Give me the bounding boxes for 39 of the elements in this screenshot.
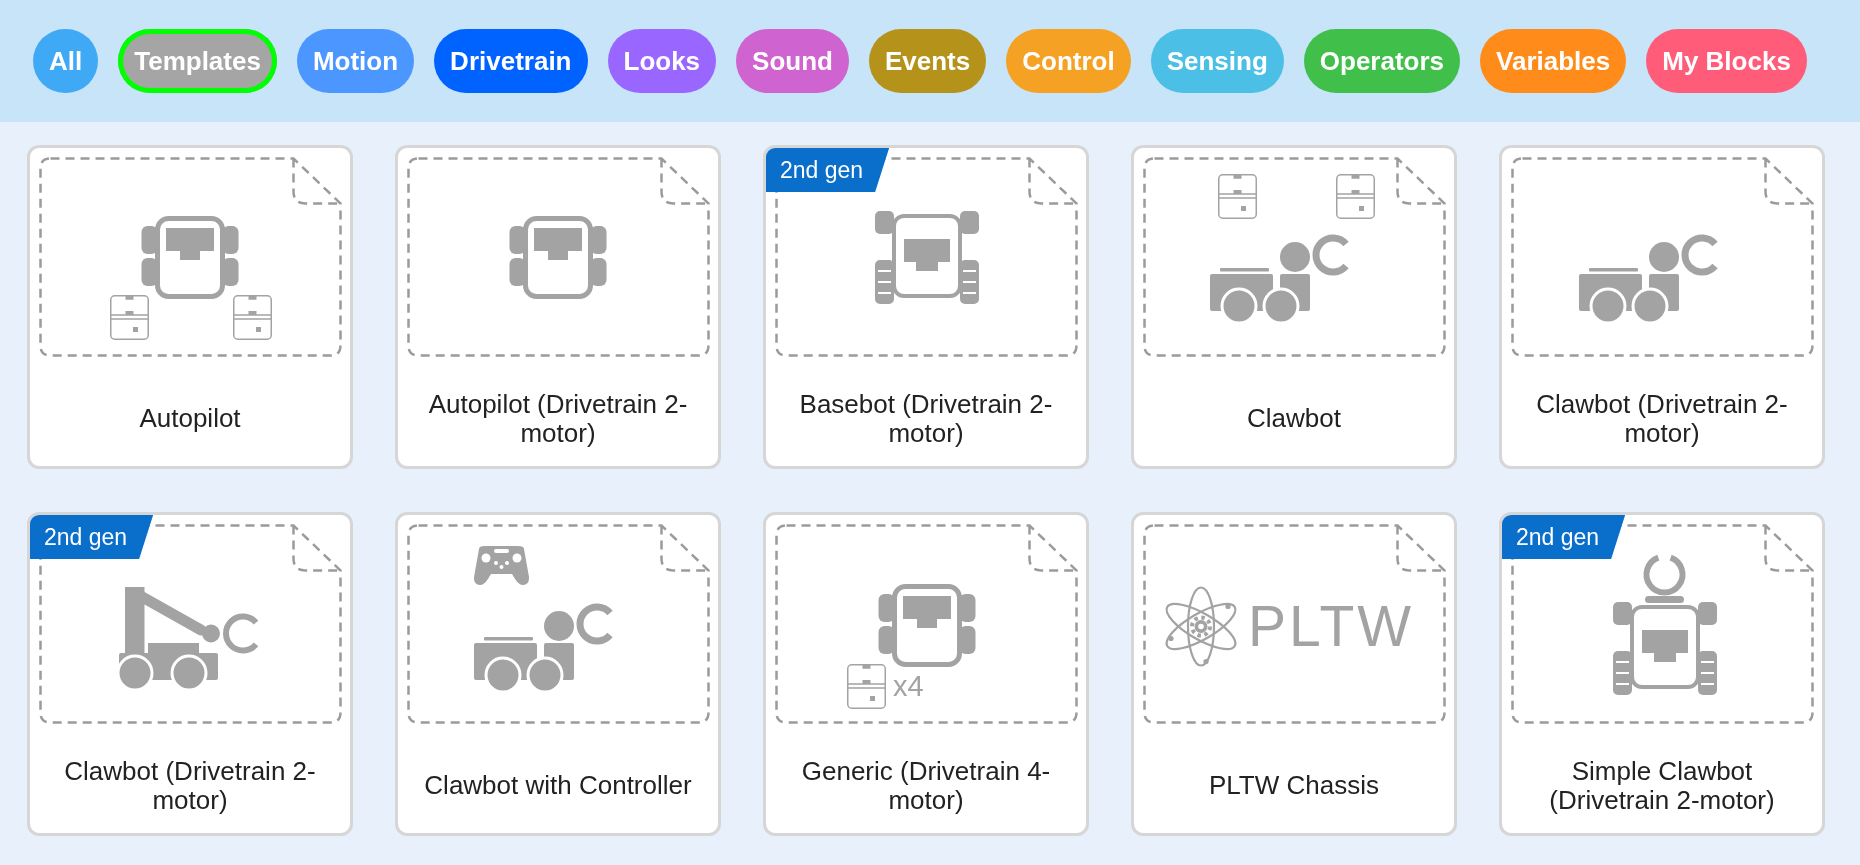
template-title: Clawbot with Controller xyxy=(424,771,692,800)
category-button[interactable]: Sound xyxy=(736,29,849,93)
category-button[interactable]: Events xyxy=(868,29,987,93)
generation-badge: 2nd gen xyxy=(1502,515,1626,559)
template-card[interactable]: Clawbot (Drivetrain 2-motor) xyxy=(1499,145,1825,469)
template-card[interactable]: x4 Generic (Drivetrain 4-motor) xyxy=(763,512,1089,836)
category-button[interactable]: Looks xyxy=(607,29,717,93)
category-button[interactable]: All xyxy=(33,29,99,93)
template-title: PLTW Chassis xyxy=(1209,771,1379,800)
template-title: Generic (Drivetrain 4-motor) xyxy=(800,756,1052,815)
category-button[interactable]: My Blocks xyxy=(1646,29,1807,93)
module-icon xyxy=(1217,174,1257,219)
generation-badge: 2nd gen xyxy=(30,515,154,559)
logo-text: PLTW xyxy=(1247,594,1414,658)
template-title: Clawbot (Drivetrain 2-motor) xyxy=(1535,389,1789,448)
module-icon xyxy=(1335,174,1375,219)
gamepad-icon xyxy=(473,546,529,585)
template-card[interactable]: PLTW PLTW Chassis xyxy=(1131,512,1457,836)
template-title: Simple Clawbot (Drivetrain 2-motor) xyxy=(1548,756,1776,815)
template-title: Clawbot xyxy=(1247,404,1341,433)
template-card[interactable]: 2nd gen Simple Clawbot (Drivetrain 2-motor) xyxy=(1499,512,1825,836)
category-button[interactable]: Motion xyxy=(296,29,415,93)
module-icon xyxy=(846,664,886,709)
generation-badge: 2nd gen xyxy=(766,148,890,192)
template-title: Autopilot xyxy=(139,404,241,433)
template-card[interactable]: 2nd gen Clawbot (Drivetrain 2-motor) xyxy=(27,512,353,836)
module-icon xyxy=(109,295,149,340)
template-title: Clawbot (Drivetrain 2-motor) xyxy=(63,756,317,815)
atom-icon xyxy=(1165,586,1236,667)
template-title: Basebot (Drivetrain 2-motor) xyxy=(798,389,1054,448)
template-card[interactable]: Clawbot xyxy=(1131,145,1457,469)
module-icon xyxy=(232,295,272,340)
template-card[interactable]: Clawbot with Controller xyxy=(395,512,721,836)
template-card[interactable]: Autopilot (Drivetrain 2-motor) xyxy=(395,145,721,469)
template-card[interactable]: 2nd gen Basebot (Drivetrain 2-motor) xyxy=(763,145,1089,469)
category-button[interactable]: Drivetrain xyxy=(434,29,588,93)
count-label: x4 xyxy=(892,670,924,702)
template-title: Autopilot (Drivetrain 2-motor) xyxy=(427,389,689,448)
template-card[interactable]: Autopilot xyxy=(27,145,353,469)
